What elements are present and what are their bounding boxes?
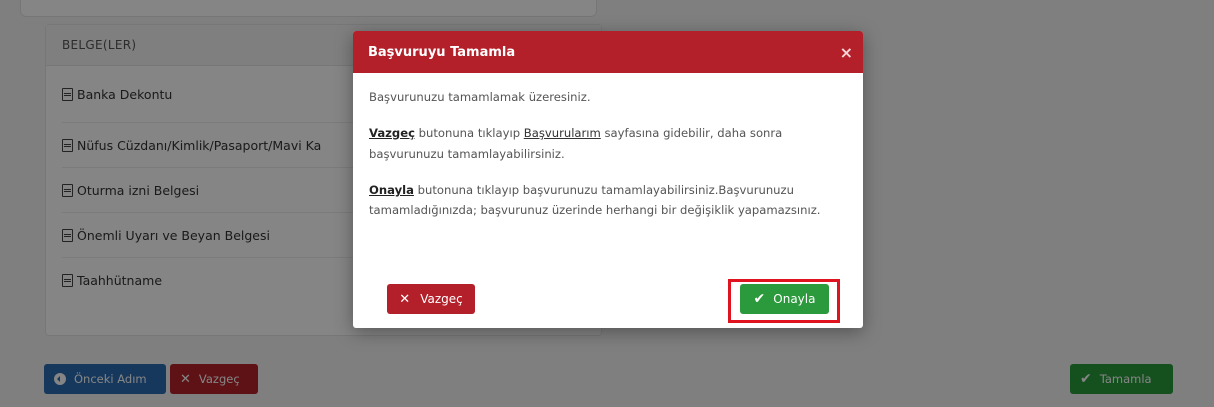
- confirm-button[interactable]: ✔ Onayla: [740, 284, 829, 314]
- applications-link[interactable]: Başvurularım: [524, 126, 601, 140]
- modal-cancel-button[interactable]: ✕ Vazgeç: [387, 284, 475, 314]
- modal-footer: ✕ Vazgeç ✔ Onayla: [353, 279, 863, 323]
- close-icon[interactable]: ×: [840, 43, 853, 62]
- modal-header: Başvuruyu Tamamla ×: [353, 31, 863, 73]
- modal-intro-text: Başvurunuzu tamamlamak üzeresiniz.: [369, 90, 591, 104]
- complete-application-modal: Başvuruyu Tamamla × Başvurunuzu tamamlam…: [353, 31, 863, 328]
- modal-title: Başvuruyu Tamamla: [368, 44, 516, 60]
- modal-confirm-info: Onayla butonuna tıklayıp başvurunuzu tam…: [369, 182, 821, 218]
- check-icon: ✔: [753, 291, 766, 307]
- close-icon: ✕: [399, 291, 411, 307]
- modal-body: Başvurunuzu tamamlamak üzeresiniz. Vazge…: [353, 73, 863, 221]
- modal-cancel-info: Vazgeç butonuna tıklayıp Başvurularım sa…: [369, 125, 783, 161]
